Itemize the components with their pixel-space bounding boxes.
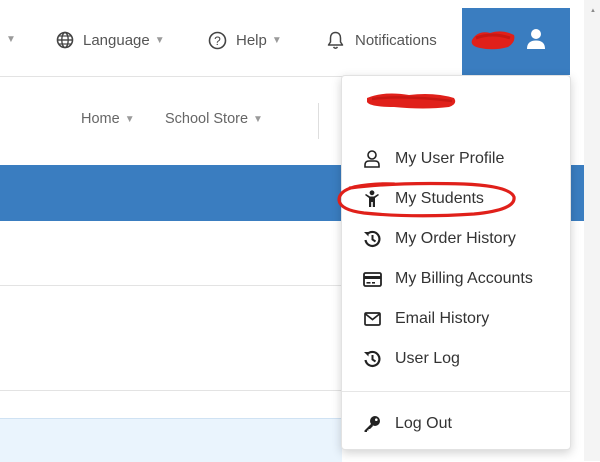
bell-icon — [327, 31, 344, 50]
page-header-band — [0, 165, 342, 221]
content-divider — [0, 390, 342, 391]
menu-label: Log Out — [395, 415, 452, 432]
school-store-label: School Store — [165, 111, 249, 127]
menu-user-log[interactable]: User Log — [362, 347, 460, 371]
notifications-menu[interactable]: Notifications — [327, 28, 437, 52]
help-label: Help — [236, 31, 267, 49]
scroll-up-arrow-icon[interactable]: ▲ — [590, 8, 596, 14]
menu-email-history[interactable]: Email History — [362, 307, 489, 331]
menu-label: My Billing Accounts — [395, 270, 533, 287]
content-divider — [0, 285, 342, 286]
svg-text:?: ? — [214, 34, 221, 48]
user-account-button[interactable] — [462, 8, 570, 75]
question-circle-icon: ? — [208, 31, 227, 50]
redaction-scribble — [471, 31, 515, 50]
history-icon — [362, 349, 382, 369]
nav-school-store[interactable]: School Store ▼ — [165, 111, 263, 127]
chevron-down-icon: ▼ — [253, 113, 263, 125]
caret-down-icon[interactable]: ▼ — [6, 34, 16, 45]
menu-label: My Order History — [395, 230, 516, 247]
menu-label: Email History — [395, 310, 490, 327]
redacted-username — [367, 93, 456, 109]
user-icon — [526, 28, 546, 55]
key-icon — [362, 414, 382, 434]
history-icon — [362, 229, 382, 249]
help-menu[interactable]: ? Help ▼ — [208, 28, 282, 52]
menu-my-user-profile[interactable]: My User Profile — [362, 147, 504, 171]
user-dropdown-menu: My User Profile My Students My Order His… — [337, 75, 571, 450]
menu-label: My User Profile — [395, 150, 505, 167]
menu-log-out[interactable]: Log Out — [362, 412, 452, 436]
menu-my-order-history[interactable]: My Order History — [362, 227, 516, 251]
envelope-icon — [362, 309, 382, 329]
notifications-label: Notifications — [355, 31, 437, 49]
nav-separator — [318, 103, 319, 139]
nav-home[interactable]: Home ▼ — [81, 111, 135, 127]
red-highlight-circle — [337, 181, 516, 218]
menu-my-billing-accounts[interactable]: My Billing Accounts — [362, 267, 533, 291]
chevron-down-icon: ▼ — [124, 113, 135, 125]
credit-card-icon — [362, 269, 382, 289]
chevron-down-icon: ▼ — [271, 34, 282, 46]
page-header-band-edge — [570, 165, 584, 221]
topbar-divider — [0, 76, 342, 77]
menu-divider — [342, 391, 570, 392]
chevron-down-icon: ▼ — [154, 34, 165, 46]
language-menu[interactable]: Language ▼ — [56, 28, 165, 52]
top-bar: ▼ Language ▼ ? Help ▼ Notifications — [0, 0, 600, 76]
scrollbar[interactable] — [584, 0, 600, 461]
home-label: Home — [81, 111, 120, 127]
info-panel — [0, 418, 342, 462]
menu-label: User Log — [395, 350, 460, 367]
language-label: Language — [83, 31, 150, 49]
user-icon — [362, 149, 382, 169]
globe-icon — [56, 31, 74, 49]
